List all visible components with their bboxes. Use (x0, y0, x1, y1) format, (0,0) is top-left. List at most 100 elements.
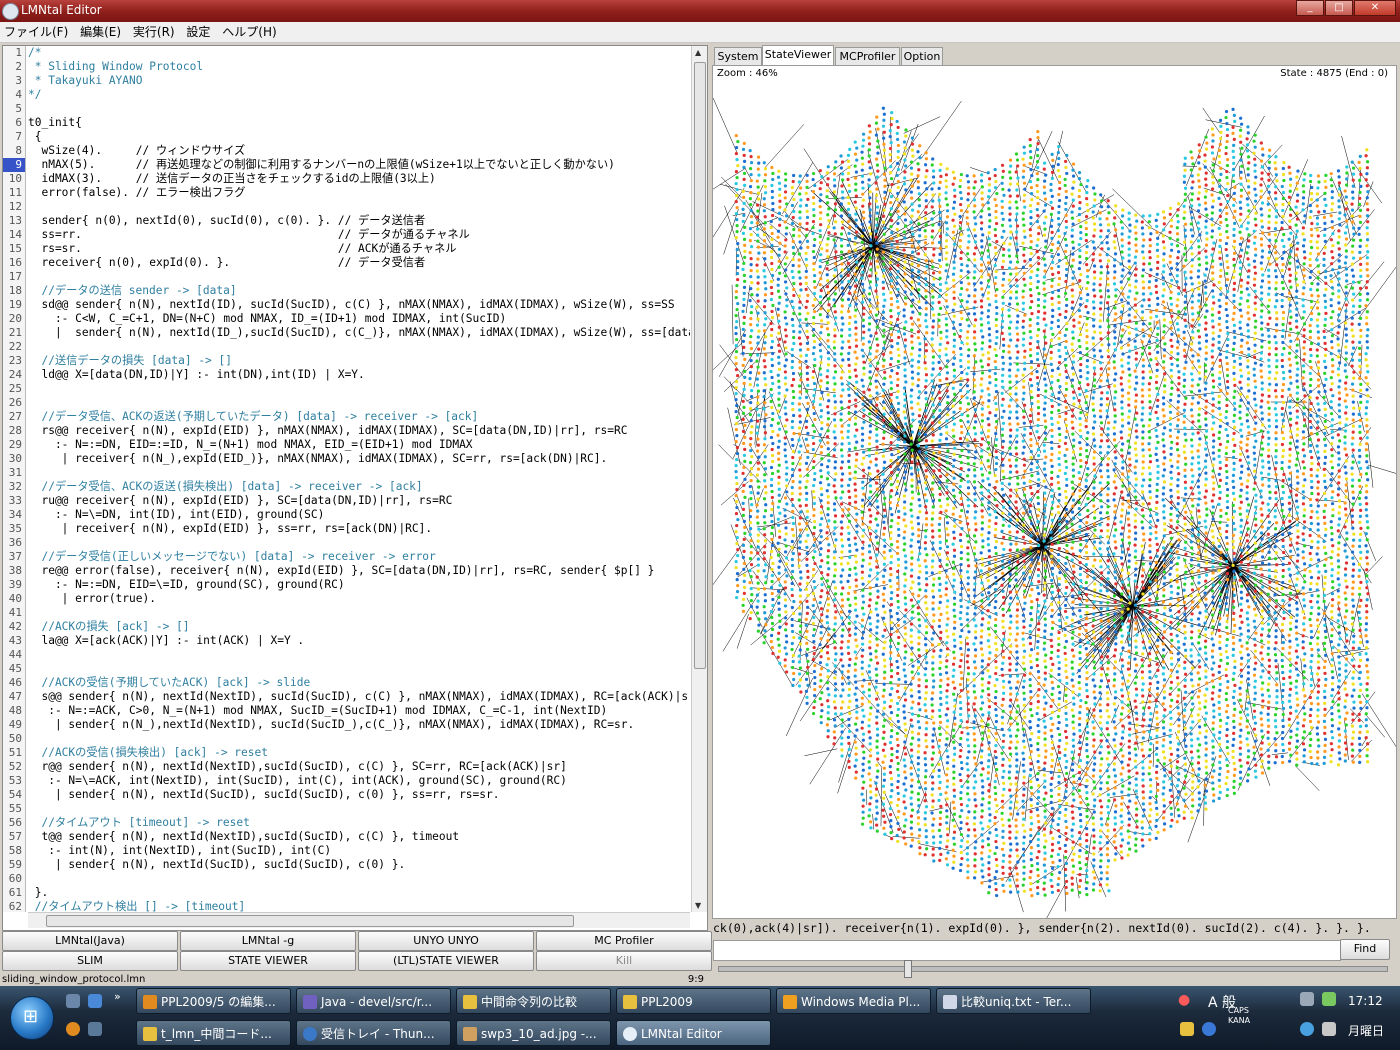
unyo-unyo-button[interactable]: UNYO UNYO (358, 931, 534, 951)
graph-node (825, 273, 829, 277)
code-line[interactable] (28, 200, 690, 214)
code-line[interactable]: :- N=:=DN, EID=\=ID, ground(SC), ground(… (28, 578, 690, 592)
code-line[interactable]: :- N=:=ACK, C>0, N_=(N+1) mod NMAX, SucI… (28, 704, 690, 718)
code-line[interactable]: s@@ sender{ n(N), nextId(NextID), sucId(… (28, 690, 690, 704)
code-line[interactable]: rs@@ receiver{ n(N), expId(EID) }, nMAX(… (28, 424, 690, 438)
code-line[interactable] (28, 872, 690, 886)
code-line[interactable]: * Sliding Window Protocol (28, 60, 690, 74)
state-graph[interactable] (713, 66, 1396, 918)
code-line[interactable]: sender{ n(0), nextId(0), sucId(0), c(0).… (28, 214, 690, 228)
code-line[interactable]: //タイムアウト検出 [] -> [timeout] (28, 900, 690, 912)
code-line[interactable]: sd@@ sender{ n(N), nextId(ID), sucId(Suc… (28, 298, 690, 312)
graph-node (791, 521, 796, 526)
code-text-area[interactable]: /* * Sliding Window Protocol * Takayuki … (28, 46, 690, 912)
scroll-up-icon[interactable]: ▲ (695, 48, 701, 57)
code-line[interactable]: //データ受信、ACKの返送(予期していたデータ) [data] -> rece… (28, 410, 690, 424)
code-line[interactable]: { (28, 130, 690, 144)
mc-profiler-button[interactable]: MC Profiler (536, 931, 712, 951)
state-graph-viewer[interactable]: Zoom : 46% State : 4875 (End : 0) (712, 65, 1397, 919)
horizontal-scrollbar[interactable] (28, 912, 690, 928)
code-line[interactable]: //データの送信 sender -> [data] (28, 284, 690, 298)
scroll-down-icon[interactable]: ▼ (695, 901, 701, 910)
code-line[interactable]: //データ受信、ACKの返送(損失検出) [data] -> receiver … (28, 480, 690, 494)
code-line[interactable]: }. (28, 886, 690, 900)
menu-help[interactable]: ヘルプ(H) (218, 22, 280, 42)
code-line[interactable]: receiver{ n(0), expId(0). }. // データ受信者 (28, 256, 690, 270)
slim-button[interactable]: SLIM (2, 951, 178, 971)
code-line[interactable]: :- N=\=DN, int(ID), int(EID), ground(SC) (28, 508, 690, 522)
menu-edit[interactable]: 編集(E) (76, 22, 125, 42)
tab-system[interactable]: System (714, 47, 762, 65)
code-line[interactable]: ld@@ X=[data(DN,ID)|Y] :- int(DN),int(ID… (28, 368, 690, 382)
code-line[interactable] (28, 662, 690, 676)
code-line[interactable]: | receiver{ n(N), expId(EID) }, ss=rr, r… (28, 522, 690, 536)
state-viewer-button[interactable]: STATE VIEWER (180, 951, 356, 971)
ltl-state-viewer-button[interactable]: (LTL)STATE VIEWER (358, 951, 534, 971)
horizontal-scroll-thumb[interactable] (46, 915, 574, 927)
menu-file[interactable]: ファイル(F) (0, 22, 72, 42)
code-line[interactable] (28, 466, 690, 480)
code-line[interactable]: //ACKの受信(損失検出) [ack] -> reset (28, 746, 690, 760)
code-line[interactable]: nMAX(5). // 再送処理などの制御に利用するナンバーnの上限値(wSiz… (28, 158, 690, 172)
code-line[interactable] (28, 802, 690, 816)
close-button[interactable]: ✕ (1354, 0, 1396, 16)
code-line[interactable]: rs=sr. // ACKが通るチャネル (28, 242, 690, 256)
code-line[interactable]: | sender{ n(N_),nextId(NextID), sucId(Su… (28, 718, 690, 732)
code-line[interactable] (28, 648, 690, 662)
code-line[interactable]: :- int(N), int(NextID), int(SucID), int(… (28, 844, 690, 858)
graph-node (895, 227, 899, 232)
code-line[interactable]: t@@ sender{ n(N), nextId(NextID),sucId(S… (28, 830, 690, 844)
lmntal-g-button[interactable]: LMNtal -g (180, 931, 356, 951)
code-line[interactable]: wSize(4). // ウィンドウサイズ (28, 144, 690, 158)
code-line[interactable]: ss=rr. // データが通るチャネル (28, 228, 690, 242)
code-line[interactable]: //ACKの受信(予期していたACK) [ack] -> slide (28, 676, 690, 690)
lmntal-java-button[interactable]: LMNtal(Java) (2, 931, 178, 951)
code-line[interactable]: error(false). // エラー検出フラグ (28, 186, 690, 200)
tab-mc-profiler[interactable]: MCProfiler (835, 47, 900, 65)
kill-button[interactable]: Kill (536, 951, 712, 971)
code-line[interactable]: //送信データの損失 [data] -> [] (28, 354, 690, 368)
code-line[interactable]: | sender{ n(N), nextId(SucID), sucId(Suc… (28, 858, 690, 872)
code-line[interactable] (28, 732, 690, 746)
code-line[interactable]: | sender{ n(N), nextId(ID_),sucId(SucID)… (28, 326, 690, 340)
tab-option[interactable]: Option (901, 47, 943, 65)
code-line[interactable]: t0_init{ (28, 116, 690, 130)
code-line[interactable]: r@@ sender{ n(N), nextId(NextID),sucId(S… (28, 760, 690, 774)
code-line[interactable]: | sender{ n(N), nextId(SucID), sucId(Suc… (28, 788, 690, 802)
code-line[interactable]: //タイムアウト [timeout] -> reset (28, 816, 690, 830)
tab-state-viewer[interactable]: StateViewer (762, 45, 834, 66)
code-line[interactable]: //ACKの損失 [ack] -> [] (28, 620, 690, 634)
graph-node (756, 341, 760, 345)
code-line[interactable] (28, 396, 690, 410)
code-line[interactable] (28, 270, 690, 284)
code-line[interactable] (28, 536, 690, 550)
code-line[interactable]: | error(true). (28, 592, 690, 606)
code-line[interactable]: */ (28, 88, 690, 102)
code-line[interactable]: :- N=:=DN, EID=:=ID, N_=(N+1) mod NMAX, … (28, 438, 690, 452)
graph-node (869, 796, 873, 800)
code-line[interactable] (28, 102, 690, 116)
code-line[interactable] (28, 340, 690, 354)
code-line[interactable] (28, 606, 690, 620)
code-line[interactable]: /* (28, 46, 690, 60)
code-line[interactable]: :- C<W, C_=C+1, DN=(N+C) mod NMAX, ID_=(… (28, 312, 690, 326)
code-line[interactable]: ru@@ receiver{ n(N), expId(EID) }, SC=[d… (28, 494, 690, 508)
minimize-button[interactable]: _ (1296, 0, 1324, 16)
code-line[interactable] (28, 382, 690, 396)
graph-node (734, 325, 738, 330)
code-line[interactable]: :- N=\=ACK, int(NextID), int(SucID), int… (28, 774, 690, 788)
menu-run[interactable]: 実行(R) (129, 22, 179, 42)
graph-node (855, 704, 859, 708)
code-line[interactable]: re@@ error(false), receiver{ n(N), expId… (28, 564, 690, 578)
graph-node (812, 645, 816, 650)
code-line[interactable]: idMAX(3). // 送信データの正当さをチェックするidの上限値(3以上) (28, 172, 690, 186)
code-line[interactable]: la@@ X=[ack(ACK)|Y] :- int(ACK) | X=Y . (28, 634, 690, 648)
code-line[interactable]: | receiver{ n(N_),expId(EID_)}, nMAX(NMA… (28, 452, 690, 466)
code-line[interactable]: * Takayuki AYANO (28, 74, 690, 88)
vertical-scroll-thumb[interactable] (694, 62, 706, 669)
maximize-button[interactable]: □ (1325, 0, 1353, 16)
vertical-scrollbar[interactable]: ▲ ▼ (691, 46, 707, 912)
menu-settings[interactable]: 設定 (182, 22, 214, 42)
code-editor[interactable]: 1 2 3 4 5 6 7 8 9 10 11 12 13 14 15 16 17 18 19 20 21 22 23 24 2… (2, 45, 708, 931)
code-line[interactable]: //データ受信(正しいメッセージでない) [data] -> receiver … (28, 550, 690, 564)
